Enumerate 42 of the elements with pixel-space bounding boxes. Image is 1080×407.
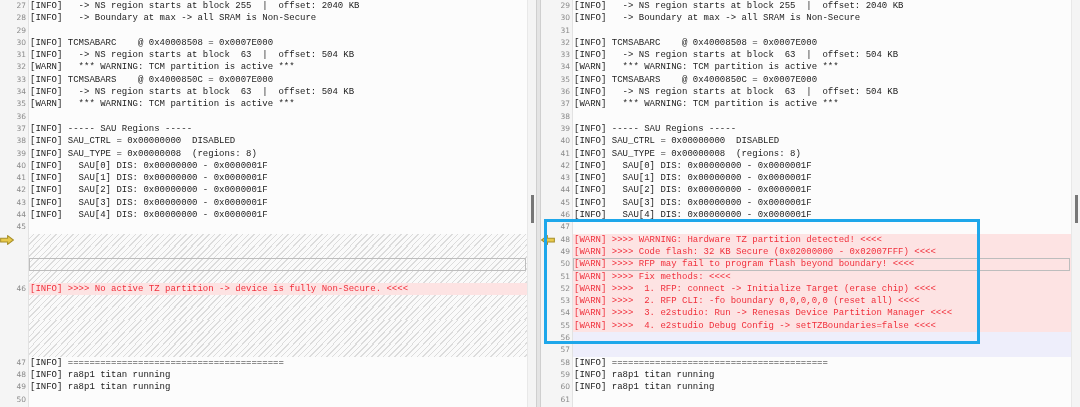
code-line: [INFO] -> NS region starts at block 63 | offset: 504 KB (29, 86, 356, 99)
code-line: [WARN] *** WARNING: TCM partition is active *** (29, 61, 296, 74)
scrollbar[interactable] (527, 0, 536, 407)
code-line: [INFO] -> NS region starts at block 63 | offset: 504 KB (573, 49, 900, 62)
scrollbar-thumb[interactable] (1075, 195, 1078, 223)
code-line: [INFO] -> NS region starts at block 255 | offset: 2040 KB (29, 0, 361, 13)
code-line: [INFO] ra8p1 titan running (29, 381, 172, 394)
code-line: [INFO] SAU_CTRL = 0x00000000 DISABLED (573, 135, 781, 148)
code-line: [INFO] SAU[4] DIS: 0x00000000 - 0x0000001F (573, 209, 813, 222)
code-line: [INFO] ======================================== (29, 356, 285, 369)
code-line: [INFO] SAU[3] DIS: 0x00000000 - 0x0000001F (29, 196, 269, 210)
code-line: [INFO] -> NS region starts at block 255 | offset: 2040 KB (573, 0, 905, 13)
code-line: [INFO] SAU[1] DIS: 0x00000000 - 0x0000001F (573, 172, 813, 185)
code-line: [INFO] -> Boundary at max -> all SRAM is Non-Secure (29, 12, 318, 25)
code-line: [INFO] SAU_TYPE = 0x00000008 (regions: 8) (29, 147, 258, 160)
code-line: [INFO] SAU_TYPE = 0x00000008 (regions: 8) (573, 147, 802, 160)
code-line: [INFO] SAU_CTRL = 0x00000000 DISABLED (29, 135, 237, 148)
code-line: [INFO] -> Boundary at max -> all SRAM is Non-Secure (573, 12, 862, 25)
scrollbar[interactable] (1071, 0, 1080, 407)
scrollbar-thumb[interactable] (531, 195, 534, 223)
code-line: [INFO] -> NS region starts at block 63 | offset: 504 KB (29, 49, 356, 62)
code-line: [INFO] ra8p1 titan running (29, 368, 172, 382)
code-line: [WARN] *** WARNING: TCM partition is active *** (573, 98, 840, 111)
code-line: [INFO] ----- SAU Regions ----- (29, 122, 194, 136)
code-line: [INFO] TCMSABARS @ 0x4000850C = 0x0007E000 (573, 73, 819, 87)
code-line: [INFO] ----- SAU Regions ----- (573, 122, 738, 136)
code-line: [INFO] TCMSABARS @ 0x4000850C = 0x0007E000 (29, 73, 275, 87)
code-line: [INFO] ra8p1 titan running (573, 381, 716, 394)
code-line: [INFO] SAU[2] DIS: 0x00000000 - 0x0000001F (573, 184, 813, 197)
code-line: [INFO] ======================================== (573, 356, 829, 369)
code-line: [INFO] SAU[2] DIS: 0x00000000 - 0x0000001F (29, 184, 269, 197)
code-line: [INFO] TCMSABARC @ 0x40008508 = 0x0007E000 (573, 36, 819, 50)
code-line: [INFO] SAU[4] DIS: 0x00000000 - 0x0000001F (29, 209, 269, 222)
code-line: [INFO] SAU[3] DIS: 0x00000000 - 0x0000001F (573, 196, 813, 210)
code-line: [INFO] SAU[1] DIS: 0x00000000 - 0x0000001F (29, 172, 269, 185)
code-line: [INFO] SAU[0] DIS: 0x00000000 - 0x0000001F (29, 159, 269, 173)
code-line: [WARN] *** WARNING: TCM partition is active *** (29, 98, 296, 111)
code-line: [INFO] ra8p1 titan running (573, 368, 716, 382)
code-line: [WARN] *** WARNING: TCM partition is active *** (573, 61, 840, 74)
code-line: [INFO] SAU[0] DIS: 0x00000000 - 0x0000001F (573, 159, 813, 173)
code-line: [INFO] TCMSABARC @ 0x40008508 = 0x0007E000 (29, 36, 275, 50)
code-line: [INFO] -> NS region starts at block 63 | offset: 504 KB (573, 86, 900, 99)
